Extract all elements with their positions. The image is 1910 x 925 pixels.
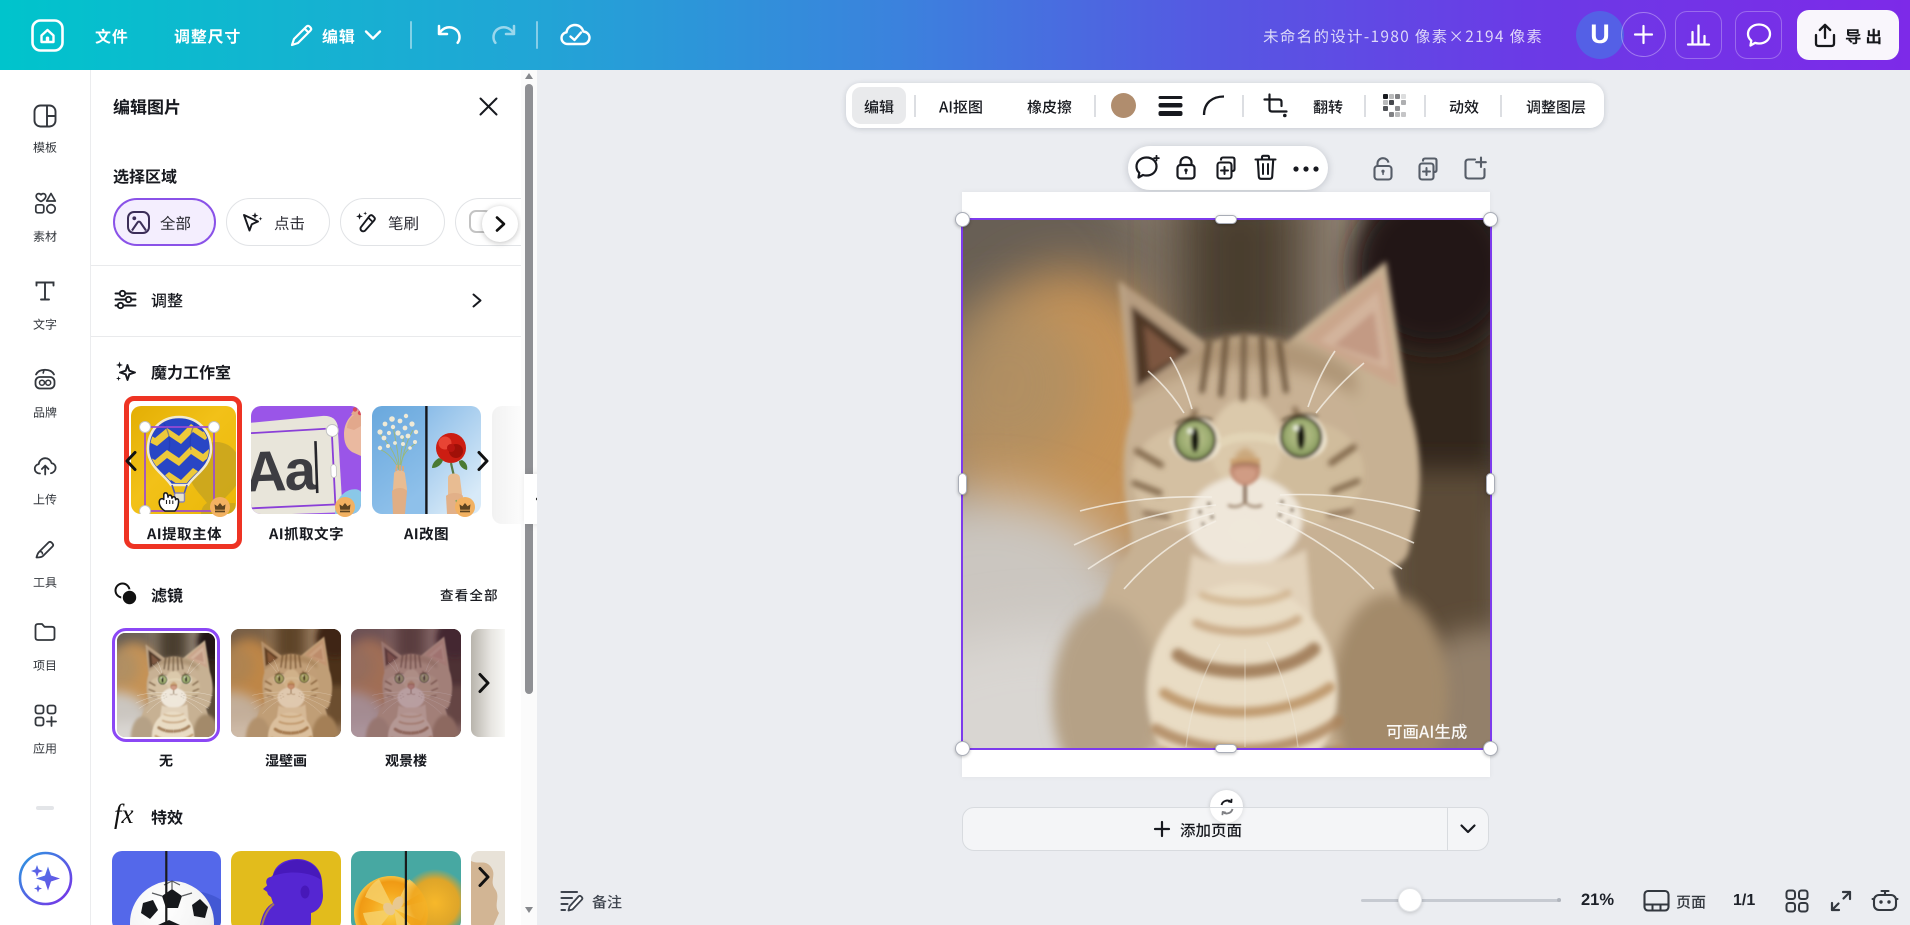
svg-text:fx: fx xyxy=(114,800,134,829)
svg-text:Aa: Aa xyxy=(251,438,318,504)
